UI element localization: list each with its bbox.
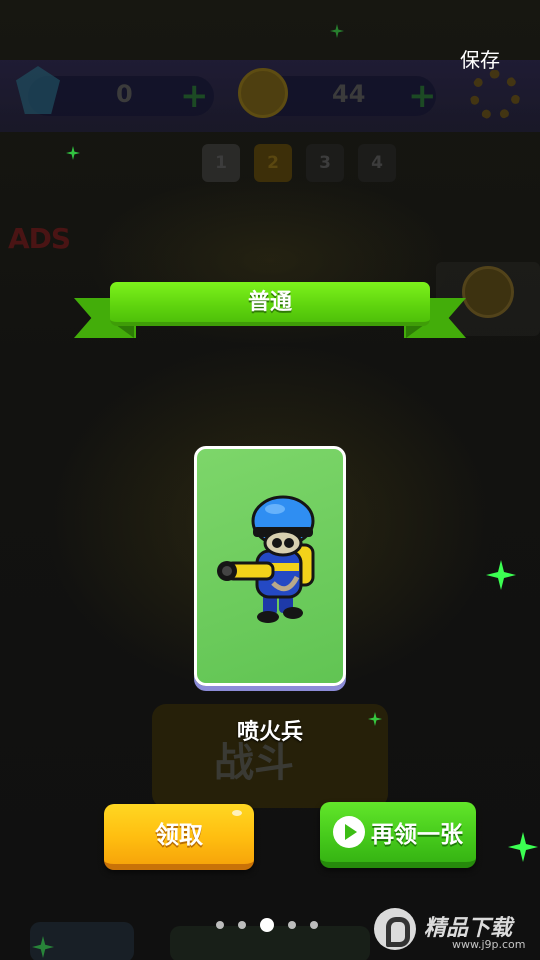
coin-icon (238, 68, 288, 118)
claim-button[interactable]: 领取 (104, 804, 254, 870)
level-tabs: 1 2 3 4 (202, 144, 396, 182)
bottom-nav-left (30, 922, 134, 960)
level-tab-2: 2 (254, 144, 292, 182)
video-play-icon (333, 816, 365, 848)
rarity-label: 普通 (247, 290, 292, 315)
coins-value: 44 (332, 80, 366, 108)
watermark-logo-icon (374, 908, 416, 950)
gems-value: 0 (116, 80, 133, 108)
add-coins-icon: + (408, 76, 437, 116)
gear-icon (470, 70, 520, 120)
page-dot[interactable] (216, 921, 224, 929)
page-dot[interactable] (238, 921, 246, 929)
page-dot[interactable] (288, 921, 296, 929)
level-tab-1: 1 (202, 144, 240, 182)
medal-icon (462, 266, 514, 318)
level-tab-3: 3 (306, 144, 344, 182)
pagination-dots[interactable] (216, 918, 318, 932)
level-tab-4: 4 (358, 144, 396, 182)
page-dot-active[interactable] (260, 918, 274, 932)
add-gems-icon: + (180, 76, 209, 116)
claim-again-label: 再领一张 (371, 822, 463, 848)
save-button[interactable]: 保存 (460, 44, 500, 73)
rarity-banner: 普通 (110, 282, 430, 326)
claim-button-label: 领取 (155, 821, 203, 849)
claim-again-button[interactable]: 再领一张 (320, 802, 476, 868)
watermark-url: www.j9p.com (452, 938, 526, 951)
ads-logo: ADS (8, 222, 71, 255)
unit-name: 喷火兵 (236, 720, 303, 745)
unit-card[interactable] (194, 446, 346, 686)
flamethrower-soldier-icon (217, 495, 315, 623)
page-dot[interactable] (310, 921, 318, 929)
